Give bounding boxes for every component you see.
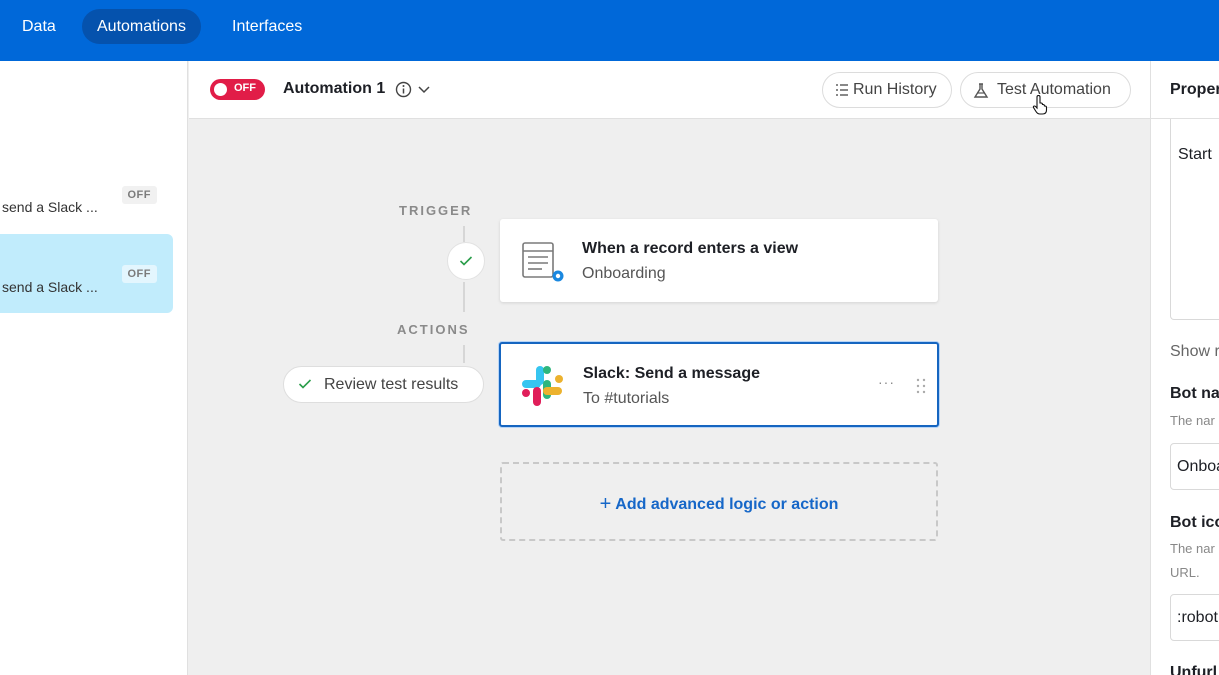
flask-icon xyxy=(973,83,989,98)
more-options-icon[interactable]: ··· xyxy=(878,374,895,390)
connector-line xyxy=(463,282,465,312)
trigger-card[interactable]: When a record enters a view Onboarding xyxy=(500,219,938,302)
test-automation-label: Test Automation xyxy=(997,81,1111,98)
toggle-label: OFF xyxy=(234,82,256,94)
message-text: Start xyxy=(1178,146,1212,163)
run-history-button[interactable]: Run History xyxy=(822,72,952,108)
list-icon xyxy=(836,84,848,96)
automation-toggle[interactable]: OFF xyxy=(210,79,265,100)
bot-icon-value: :robot xyxy=(1177,609,1218,626)
trigger-status-indicator xyxy=(447,242,485,280)
automation-item-label: send a Slack ... xyxy=(2,279,98,295)
plus-icon: + xyxy=(599,493,612,515)
connector-line xyxy=(463,226,465,242)
toggle-knob xyxy=(214,83,227,96)
unfurl-label: Unfurl xyxy=(1170,664,1218,675)
connector-line xyxy=(463,345,465,363)
check-icon xyxy=(298,379,312,389)
bot-icon-help-url: URL. xyxy=(1170,565,1200,580)
tab-data[interactable]: Data xyxy=(7,9,71,44)
automation-list-sidebar: send a Slack ... OFF send a Slack ... OF… xyxy=(0,61,188,675)
action-card-subtitle: To #tutorials xyxy=(583,390,670,407)
bot-name-value: Onboa xyxy=(1177,458,1219,475)
automation-header: OFF Automation 1 Run History Test Automa… xyxy=(189,61,1150,119)
review-test-results-button[interactable]: Review test results xyxy=(283,366,484,403)
drag-handle-icon[interactable] xyxy=(916,378,926,394)
bot-name-label: Bot na xyxy=(1170,385,1219,402)
review-test-results-label: Review test results xyxy=(324,376,459,393)
properties-heading: Proper xyxy=(1170,81,1219,98)
add-action-label: Add advanced logic or action xyxy=(615,496,839,513)
tab-automations[interactable]: Automations xyxy=(82,9,201,44)
slack-action-card[interactable]: Slack: Send a message To #tutorials ··· xyxy=(499,342,939,427)
automation-list-item-selected[interactable]: send a Slack ... OFF xyxy=(0,234,173,313)
bot-icon-label: Bot ico xyxy=(1170,514,1219,531)
trigger-card-title: When a record enters a view xyxy=(582,240,799,257)
show-more-link[interactable]: Show r xyxy=(1170,343,1219,361)
tab-interfaces[interactable]: Interfaces xyxy=(217,9,317,44)
status-badge: OFF xyxy=(121,186,157,204)
bot-name-help: The nar xyxy=(1170,413,1215,428)
record-view-icon xyxy=(522,242,564,282)
slack-icon xyxy=(522,366,563,406)
trigger-section-label: TRIGGER xyxy=(399,203,473,218)
automation-item-label: send a Slack ... xyxy=(2,199,98,215)
bot-icon-help: The nar xyxy=(1170,541,1215,556)
bot-icon-input[interactable]: :robot xyxy=(1170,594,1219,641)
properties-header: Proper xyxy=(1151,61,1219,119)
action-card-title: Slack: Send a message xyxy=(583,365,760,382)
add-action-dropzone[interactable]: + Add advanced logic or action xyxy=(500,462,938,541)
run-history-label: Run History xyxy=(853,81,937,98)
properties-panel: Proper Start Show r Bot na The nar Onboa… xyxy=(1150,61,1219,675)
top-navigation-bar: Data Automations Interfaces xyxy=(0,0,1219,61)
status-badge: OFF xyxy=(121,265,157,283)
check-icon xyxy=(459,256,473,266)
automation-title[interactable]: Automation 1 xyxy=(283,80,385,98)
message-textarea[interactable]: Start xyxy=(1170,119,1219,320)
chevron-down-icon[interactable] xyxy=(417,82,431,96)
add-action-button[interactable]: + Add advanced logic or action xyxy=(502,492,936,515)
actions-section-label: ACTIONS xyxy=(397,322,470,337)
trigger-card-subtitle: Onboarding xyxy=(582,265,666,282)
info-icon[interactable] xyxy=(395,81,412,98)
bot-name-input[interactable]: Onboa xyxy=(1170,443,1219,490)
hand-cursor-icon xyxy=(1032,95,1048,115)
